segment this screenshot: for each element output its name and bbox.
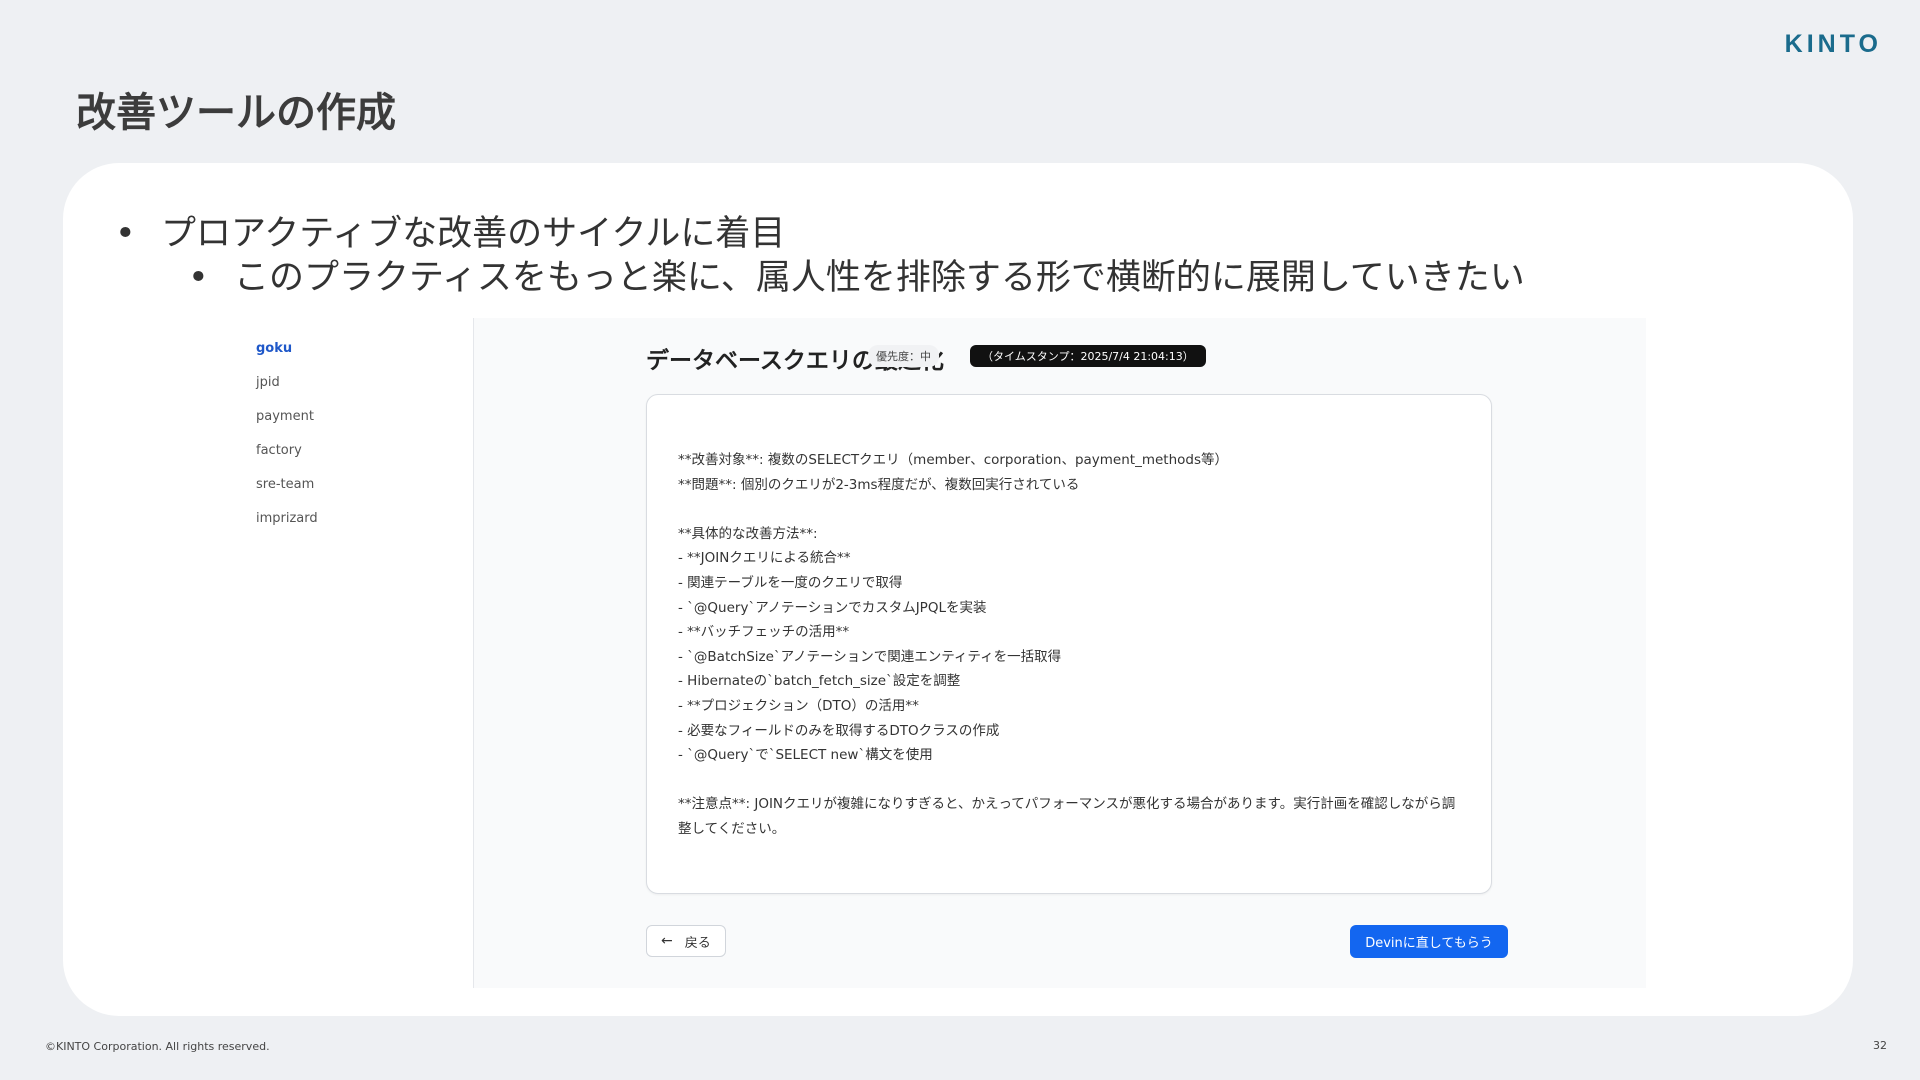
sidebar-item-imprizard[interactable]: imprizard	[256, 511, 318, 526]
timestamp-badge: （タイムスタンプ：2025/7/4 21:04:13）	[970, 345, 1206, 367]
page-number: 32	[1873, 1039, 1887, 1052]
issue-detail-panel: データベースクエリの最適化 優先度：中 （タイムスタンプ：2025/7/4 21…	[474, 318, 1646, 988]
arrow-left-icon: ←	[661, 933, 673, 949]
bullet-text: このプラクティスをもっと楽に、属人性を排除する形で横断的に展開していきたい	[234, 258, 1525, 298]
slide-title: 改善ツールの作成	[76, 90, 396, 136]
ask-devin-fix-button[interactable]: Devinに直してもらう	[1350, 925, 1508, 958]
kinto-logo: KINTO	[1784, 30, 1882, 58]
sidebar-item-goku[interactable]: goku	[256, 341, 292, 356]
bullet-marker: •	[188, 258, 209, 298]
issue-body: **改善対象**: 複数のSELECTクエリ（member、corporatio…	[678, 452, 1456, 837]
sub-bullet-item: • このプラクティスをもっと楽に、属人性を排除する形で横断的に展開していきたい	[188, 249, 1525, 300]
bullet-text: プロアクティブな改善のサイクルに着目	[161, 214, 786, 254]
back-button-label: 戻る	[684, 935, 711, 951]
app-screenshot: goku jpid payment factory sre-team impri…	[216, 318, 1646, 988]
copyright-text: ©KINTO Corporation. All rights reserved.	[45, 1040, 270, 1053]
back-button[interactable]: ← 戻る	[646, 925, 726, 957]
sidebar-item-factory[interactable]: factory	[256, 443, 302, 458]
sidebar-item-sre-team[interactable]: sre-team	[256, 477, 314, 492]
project-sidebar: goku jpid payment factory sre-team impri…	[216, 318, 474, 988]
priority-badge: 優先度：中	[868, 345, 939, 367]
sidebar-item-payment[interactable]: payment	[256, 409, 314, 424]
issue-content-box: **改善対象**: 複数のSELECTクエリ（member、corporatio…	[646, 394, 1492, 894]
bullet-marker: •	[115, 214, 136, 254]
sidebar-item-jpid[interactable]: jpid	[256, 375, 280, 390]
